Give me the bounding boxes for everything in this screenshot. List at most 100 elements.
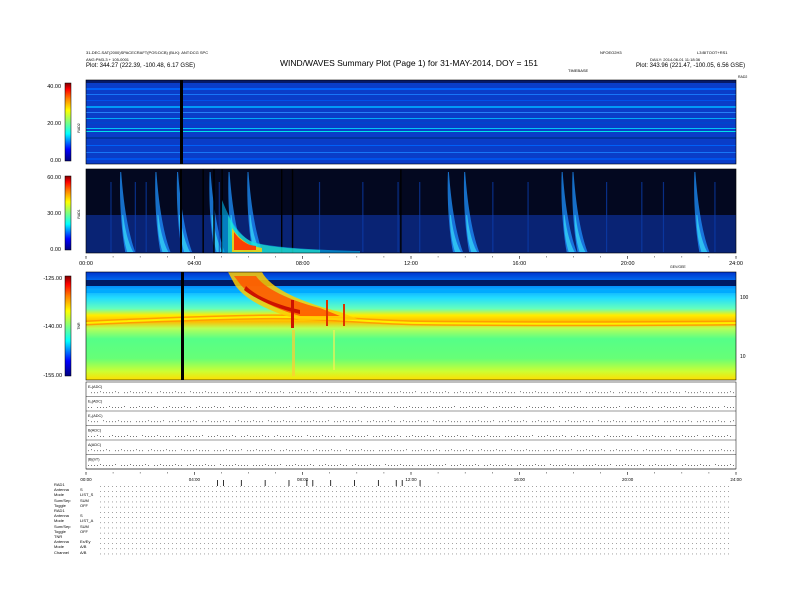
- footer-dot: [104, 548, 105, 550]
- footer-dot: [236, 522, 237, 524]
- footer-dot: [332, 548, 333, 550]
- footer-dot: [564, 491, 565, 492]
- footer-dot: [720, 501, 721, 503]
- footer-dot: [592, 527, 593, 529]
- footer-dot: [108, 506, 109, 508]
- status-dot: [643, 465, 644, 466]
- status-dot: [613, 450, 614, 452]
- footer-dot: [600, 538, 601, 539]
- footer-dot: [612, 496, 613, 498]
- status-dot: [703, 436, 704, 437]
- footer-dot: [192, 522, 193, 524]
- status-dot: [94, 465, 95, 466]
- status-dot: [421, 407, 422, 408]
- footer-dot: [100, 553, 101, 555]
- footer-dot: [476, 517, 477, 518]
- status-dot: [493, 392, 494, 394]
- status-dot: [373, 407, 374, 408]
- footer-dot: [592, 548, 593, 550]
- footer-dot: [464, 527, 465, 529]
- status-dot: [406, 392, 407, 394]
- status-dot: [697, 421, 698, 423]
- footer-dot: [520, 517, 521, 518]
- footer-dot: [536, 517, 537, 518]
- footer-dot: [376, 506, 377, 508]
- footer-dot: [564, 517, 565, 518]
- footer-dot: [252, 506, 253, 508]
- footer-dot: [136, 501, 137, 503]
- status-dot: [394, 392, 395, 394]
- footer-dot: [716, 506, 717, 508]
- footer-dot: [104, 553, 105, 555]
- status-dot: [187, 407, 188, 408]
- footer-dot: [660, 517, 661, 518]
- footer-dot: [244, 512, 245, 513]
- footer-dot: [188, 553, 189, 555]
- footer-dot: [560, 496, 561, 498]
- status-dot: [301, 436, 302, 437]
- status-dot: [553, 392, 554, 394]
- footer-dot: [568, 512, 569, 513]
- footer-dot: [464, 522, 465, 524]
- footer-dot: [248, 553, 249, 555]
- footer-dot: [204, 491, 205, 492]
- footer-dot: [356, 517, 357, 518]
- status-dot: [616, 449, 617, 451]
- footer-dot: [132, 501, 133, 503]
- footer-dot: [156, 512, 157, 513]
- status-dot: [310, 421, 311, 423]
- footer-dot: [672, 527, 673, 529]
- footer-dot: [200, 522, 201, 524]
- footer-dot: [484, 553, 485, 555]
- status-dot: [241, 449, 242, 451]
- footer-dot: [360, 522, 361, 524]
- status-dot: [235, 450, 236, 452]
- footer-dot: [472, 527, 473, 529]
- status-dot: [559, 450, 560, 452]
- footer-dot: [728, 522, 729, 524]
- status-dot: [670, 464, 671, 465]
- footer-dot: [524, 506, 525, 508]
- footer-dot: [120, 532, 121, 534]
- footer-dot: [140, 517, 141, 518]
- footer-dot: [148, 517, 149, 518]
- status-dot: [721, 421, 722, 423]
- status-dot: [388, 450, 389, 452]
- footer-dot: [364, 543, 365, 544]
- status-dot: [532, 392, 533, 394]
- status-dot: [454, 421, 455, 423]
- footer-dot: [424, 517, 425, 518]
- footer-dot: [152, 543, 153, 544]
- status-dot: [454, 450, 455, 452]
- footer-dot: [408, 543, 409, 544]
- status-dot: [223, 450, 224, 452]
- status-dot: [295, 436, 296, 437]
- status-dot: [121, 421, 122, 423]
- footer-dot: [644, 496, 645, 498]
- footer-dot: [616, 517, 617, 518]
- footer-dot: [660, 538, 661, 539]
- status-dot: [697, 435, 698, 436]
- status-dot: [424, 450, 425, 452]
- status-dot: [493, 450, 494, 452]
- footer-dot: [196, 548, 197, 550]
- footer-dot: [564, 506, 565, 508]
- status-dot: [718, 420, 719, 422]
- status-dot: [565, 436, 566, 437]
- footer-dot: [184, 527, 185, 529]
- status-dot: [427, 465, 428, 466]
- footer-dot: [464, 517, 465, 518]
- status-dot: [289, 392, 290, 394]
- footer-dot: [364, 527, 365, 529]
- status-dot: [292, 435, 293, 436]
- status-dot: [604, 436, 605, 437]
- footer-dot: [428, 527, 429, 529]
- footer-dot: [312, 532, 313, 534]
- footer-dot: [472, 496, 473, 498]
- footer-dot: [204, 496, 205, 498]
- footer-dot: [460, 543, 461, 544]
- footer-dot: [564, 512, 565, 513]
- footer-dot: [184, 501, 185, 503]
- footer-dot: [600, 506, 601, 508]
- footer-dot: [456, 553, 457, 555]
